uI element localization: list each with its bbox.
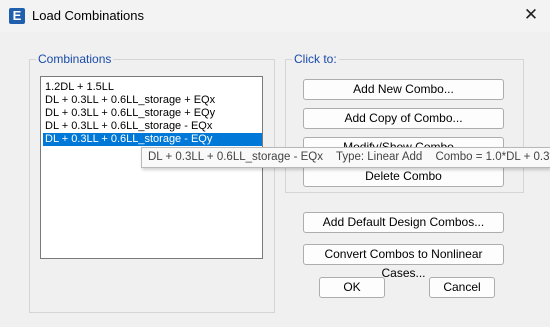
close-icon[interactable]: ✕ xyxy=(518,4,544,26)
add-default-design-combos-button[interactable]: Add Default Design Combos... xyxy=(303,212,504,233)
list-item-selected[interactable]: DL + 0.3LL + 0.6LL_storage - EQy xyxy=(43,133,262,146)
cancel-button[interactable]: Cancel xyxy=(429,277,495,298)
window-title: Load Combinations xyxy=(32,8,145,23)
combinations-group-label: Combinations xyxy=(36,52,114,66)
combo-tooltip: DL + 0.3LL + 0.6LL_storage - EQx Type: L… xyxy=(141,147,550,168)
list-item[interactable]: DL + 0.3LL + 0.6LL_storage + EQy xyxy=(43,107,262,120)
ok-button[interactable]: OK xyxy=(319,277,385,298)
add-copy-combo-button[interactable]: Add Copy of Combo... xyxy=(303,108,504,129)
list-item[interactable]: DL + 0.3LL + 0.6LL_storage + EQx xyxy=(43,94,262,107)
tooltip-combo-formula: Combo = 1.0*DL + 0.3*LL xyxy=(435,151,550,163)
convert-combos-button[interactable]: Convert Combos to Nonlinear Cases... xyxy=(303,244,504,280)
delete-combo-button[interactable]: Delete Combo xyxy=(303,166,504,187)
tooltip-combo-name: DL + 0.3LL + 0.6LL_storage - EQx xyxy=(148,151,323,163)
app-icon: E xyxy=(9,8,25,24)
tooltip-combo-type: Type: Linear Add xyxy=(335,151,423,163)
click-to-group-label: Click to: xyxy=(292,52,339,66)
list-item[interactable]: 1.2DL + 1.5LL xyxy=(43,81,262,94)
add-new-combo-button[interactable]: Add New Combo... xyxy=(303,79,504,100)
list-item[interactable]: DL + 0.3LL + 0.6LL_storage - EQx xyxy=(43,120,262,133)
title-bar: E Load Combinations ✕ xyxy=(0,0,550,32)
